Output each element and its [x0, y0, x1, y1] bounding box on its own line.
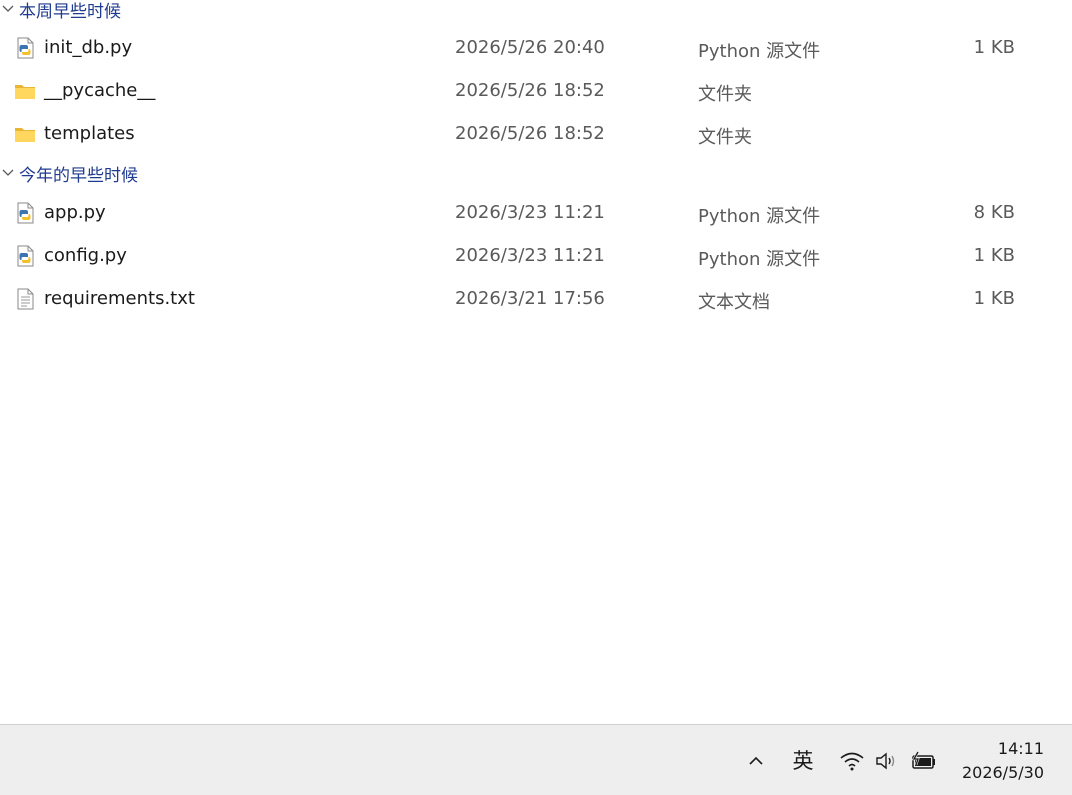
- clock-date: 2026/5/30: [961, 763, 1044, 782]
- file-size: 1 KB: [973, 288, 1015, 309]
- file-name: init_db.py: [44, 37, 133, 58]
- chevron-down-icon: [2, 5, 14, 12]
- file-type: 文本文档: [698, 292, 770, 313]
- file-row-templates[interactable]: templates 2026/5/26 18:52 文件夹: [0, 113, 1072, 155]
- file-date: 2026/3/21 17:56: [455, 288, 605, 309]
- file-name: app.py: [44, 202, 106, 223]
- text-file-icon: [17, 288, 34, 310]
- file-type: Python 源文件: [698, 41, 821, 62]
- file-name: __pycache__: [44, 80, 156, 101]
- speaker-icon: [876, 752, 895, 770]
- file-name: requirements.txt: [44, 288, 195, 309]
- file-type: 文件夹: [698, 127, 752, 148]
- file-row-init-db[interactable]: init_db.py 2026/5/26 20:40 Python 源文件 1 …: [0, 27, 1072, 69]
- file-date: 2026/5/26 18:52: [455, 123, 605, 144]
- file-date: 2026/5/26 20:40: [455, 37, 605, 58]
- ime-indicator[interactable]: 英: [788, 745, 818, 775]
- file-size: 1 KB: [973, 37, 1015, 58]
- volume-button[interactable]: [873, 747, 901, 775]
- show-hidden-icons-button[interactable]: [744, 749, 768, 773]
- file-name: config.py: [44, 245, 127, 266]
- file-list: 本周早些时候 init_db.py 2026/5/26 20:40 Python…: [0, 0, 1072, 724]
- file-date: 2026/3/23 11:21: [455, 245, 605, 266]
- wifi-icon: [840, 752, 864, 771]
- file-size: 1 KB: [973, 245, 1015, 266]
- python-file-icon: [17, 202, 34, 224]
- network-button[interactable]: [838, 747, 866, 775]
- python-file-icon: [17, 37, 34, 59]
- file-row-pycache[interactable]: __pycache__ 2026/5/26 18:52 文件夹: [0, 70, 1072, 112]
- group-header-this-week[interactable]: 本周早些时候: [0, 0, 121, 22]
- file-type: Python 源文件: [698, 206, 821, 227]
- chevron-down-icon: [2, 169, 14, 176]
- group-label: 今年的早些时候: [19, 165, 138, 186]
- taskbar: 英 14:11 2026/5/30: [0, 724, 1072, 795]
- file-name: templates: [44, 123, 135, 144]
- chevron-up-icon: [749, 756, 763, 765]
- file-date: 2026/3/23 11:21: [455, 202, 605, 223]
- file-date: 2026/5/26 18:52: [455, 80, 605, 101]
- battery-button[interactable]: [908, 747, 938, 775]
- file-row-config[interactable]: config.py 2026/3/23 11:21 Python 源文件 1 K…: [0, 235, 1072, 277]
- file-row-app[interactable]: app.py 2026/3/23 11:21 Python 源文件 8 KB: [0, 192, 1072, 234]
- battery-charging-icon: [911, 751, 935, 769]
- clock-time: 14:11: [997, 739, 1044, 758]
- clock[interactable]: 14:11 2026/5/30: [962, 737, 1044, 785]
- ime-label: 英: [792, 749, 814, 773]
- file-row-requirements[interactable]: requirements.txt 2026/3/21 17:56 文本文档 1 …: [0, 278, 1072, 320]
- group-label: 本周早些时候: [19, 1, 121, 22]
- python-file-icon: [17, 245, 34, 267]
- folder-icon: [15, 128, 35, 142]
- file-size: 8 KB: [973, 202, 1015, 223]
- file-type: Python 源文件: [698, 249, 821, 270]
- file-type: 文件夹: [698, 84, 752, 105]
- folder-icon: [15, 85, 35, 99]
- group-header-earlier-this-year[interactable]: 今年的早些时候: [0, 161, 138, 186]
